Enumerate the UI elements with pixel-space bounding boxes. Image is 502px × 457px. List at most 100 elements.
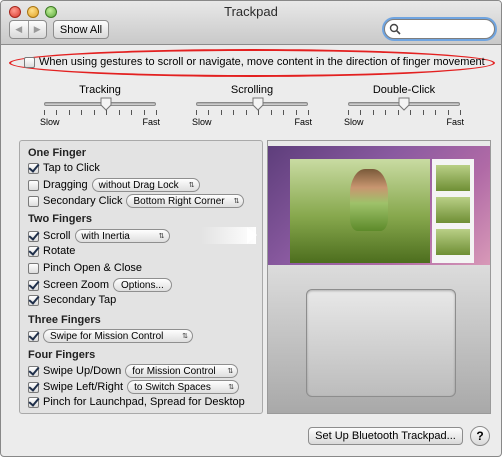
search-icon [389,23,401,35]
secondary-tap-label: Secondary Tap [43,294,117,306]
tracking-slider-group: Tracking Slow Fast [40,84,160,127]
rotate-label: Rotate [43,245,76,257]
secondary-click-label: Secondary Click [43,195,123,207]
secondary-click-checkbox[interactable] [28,195,39,207]
scrolling-ticks [196,110,309,116]
scrolling-slider[interactable] [196,97,308,111]
double-click-label: Double-Click [372,84,436,96]
tap-to-click-checkbox[interactable] [28,162,39,174]
setup-bluetooth-trackpad-button[interactable]: Set Up Bluetooth Trackpad... [308,427,463,445]
scroll-popup-value: with Inertia [81,230,130,242]
tracking-slider[interactable] [44,97,156,111]
double-click-slider[interactable] [348,97,460,111]
slider-tick [308,110,309,115]
tap-to-click-option[interactable]: Tap to Click [28,162,100,174]
screen-zoom-checkbox[interactable] [28,279,39,291]
preview-thumbnail [436,197,470,223]
swipe-up-down-popup[interactable]: for Mission Control ⇅ [125,364,239,378]
trackpad-window: Trackpad ◀ ▶ Show All When using gesture… [0,0,502,457]
popup-arrows-icon: ⇅ [158,232,165,240]
swipe-up-down-checkbox[interactable] [28,365,39,377]
pinch-launchpad-label: Pinch for Launchpad, Spread for Desktop [43,396,245,408]
scrolling-min-label: Slow [192,117,212,127]
slider-thumb[interactable] [252,97,264,111]
swipe-left-right-label: Swipe Left/Right [43,381,124,393]
swipe-left-right-checkbox[interactable] [28,381,39,393]
natural-scroll-label: When using gestures to scroll or navigat… [39,56,485,68]
scrolling-label: Scrolling [230,84,274,96]
two-fingers-heading: Two Fingers [28,213,92,225]
rotate-checkbox[interactable] [28,245,39,257]
forward-button[interactable]: ▶ [27,21,47,38]
swipe-left-right-option[interactable]: Swipe Left/Right to Switch Spaces ⇅ [28,380,240,394]
pinch-option[interactable]: Pinch Open & Close [28,262,142,274]
tracking-max-label: Fast [142,117,160,127]
preview-thumbnail [436,165,470,191]
dragging-popup[interactable]: without Drag Lock ⇅ [91,178,200,192]
three-finger-swipe-checkbox[interactable] [28,330,39,342]
search-field[interactable] [384,19,495,39]
slider-thumb[interactable] [398,97,410,111]
slider-tick [208,110,210,115]
window-title: Trackpad [224,4,278,19]
slider-tick [44,110,45,115]
slider-tick [220,110,222,115]
double-click-slider-group: Double-Click Slow Fast [344,84,464,127]
swipe-left-right-popup[interactable]: to Switch Spaces ⇅ [127,380,240,394]
pinch-checkbox[interactable] [28,262,39,274]
one-finger-heading: One Finger [28,147,87,159]
preview-thumbnail [436,229,470,255]
tracking-ticks [44,110,157,116]
natural-scroll-option[interactable]: When using gestures to scroll or navigat… [24,56,485,68]
dragging-label: Dragging [43,179,88,191]
secondary-tap-option[interactable]: Secondary Tap [28,294,116,306]
preview-menubar [268,141,490,146]
pinch-launchpad-option[interactable]: Pinch for Launchpad, Spread for Desktop [28,396,245,408]
navigation-buttons: ◀ ▶ [9,20,47,39]
slider-tick [233,110,235,115]
double-click-range-labels: Slow Fast [344,117,464,127]
scroll-option[interactable]: Scroll with Inertia ⇅ [28,229,170,243]
natural-scroll-checkbox[interactable] [24,56,35,68]
secondary-click-option[interactable]: Secondary Click Bottom Right Corner ⇅ [28,194,245,208]
scrolling-max-label: Fast [294,117,312,127]
slider-tick [435,110,437,115]
title-bar: Trackpad ◀ ▶ Show All [1,1,501,45]
screen-zoom-options-button[interactable]: Options... [113,278,172,292]
scroll-checkbox[interactable] [28,230,39,242]
swipe-left-right-popup-value: to Switch Spaces [134,381,211,393]
double-click-ticks [348,110,461,116]
swipe-up-down-option[interactable]: Swipe Up/Down for Mission Control ⇅ [28,364,239,378]
tracking-range-labels: Slow Fast [40,117,160,127]
three-finger-swipe-popup[interactable]: Swipe for Mission Control ⇅ [43,329,193,343]
popup-arrows-icon: ⇅ [227,367,234,375]
slider-tick [258,110,260,115]
double-click-max-label: Fast [446,117,464,127]
pinch-launchpad-checkbox[interactable] [28,396,39,408]
scroll-popup[interactable]: with Inertia ⇅ [74,229,170,243]
scrolling-slider-group: Scrolling Slow Fast [192,84,312,127]
popup-arrows-icon: ⇅ [228,383,235,391]
slider-tick [460,110,461,115]
slider-thumb[interactable] [100,97,112,111]
slider-tick [118,110,120,115]
preview-person [350,169,388,231]
slider-tick [410,110,412,115]
dragging-option[interactable]: Dragging without Drag Lock ⇅ [28,178,200,192]
secondary-click-popup[interactable]: Bottom Right Corner ⇅ [126,194,245,208]
tap-to-click-label: Tap to Click [43,162,100,174]
slider-tick [397,110,399,115]
rotate-option[interactable]: Rotate [28,245,75,257]
three-finger-swipe-option[interactable]: Swipe for Mission Control ⇅ [28,329,193,343]
dragging-checkbox[interactable] [28,179,39,191]
help-button[interactable]: ? [470,426,490,446]
show-all-button[interactable]: Show All [53,20,109,39]
chevron-right-icon: ▶ [33,24,41,34]
slider-tick [385,110,387,115]
back-button[interactable]: ◀ [10,21,28,38]
gesture-options-panel: One Finger Tap to Click Dragging without… [19,140,263,414]
gesture-preview [267,140,491,414]
secondary-tap-checkbox[interactable] [28,294,39,306]
scrolling-range-labels: Slow Fast [192,117,312,127]
screen-zoom-option[interactable]: Screen Zoom Options... [28,278,172,292]
